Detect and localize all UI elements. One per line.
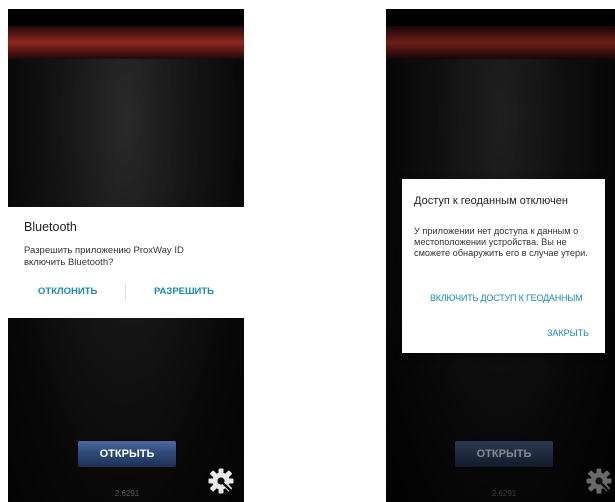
dialog-message: Разрешить приложению ProxWay ID включить… [24, 245, 184, 268]
allow-button[interactable]: РАЗРЕШИТЬ [154, 286, 214, 297]
phone-screen-right: Доступ к геоданным отключен У приложении… [386, 9, 615, 502]
dialog-message: У приложении нет доступа к данным о мест… [414, 226, 588, 258]
dialog-title: Доступ к геоданным отключен [414, 195, 568, 207]
phone-screen-left: Bluetooth Разрешить приложению ProxWay I… [8, 9, 244, 502]
enable-location-button[interactable]: ВКЛЮЧИТЬ ДОСТУП К ГЕОДАННЫМ [430, 293, 583, 303]
deny-button[interactable]: ОТКЛОНИТЬ [38, 286, 97, 297]
open-button[interactable]: ОТКРЫТЬ [455, 441, 553, 467]
button-divider [125, 283, 126, 301]
location-access-dialog: Доступ к геоданным отключен У приложении… [402, 179, 605, 353]
version-label: 2.6291 [491, 489, 517, 498]
dialog-title: Bluetooth [24, 220, 77, 234]
gear-icon[interactable] [585, 467, 613, 495]
version-label: 2.6291 [114, 489, 140, 498]
open-button[interactable]: ОТКРЫТЬ [78, 441, 176, 467]
bluetooth-permission-dialog: Bluetooth Разрешить приложению ProxWay I… [8, 207, 244, 318]
gear-icon[interactable] [207, 467, 235, 495]
close-button[interactable]: ЗАКРЫТЬ [547, 328, 589, 338]
